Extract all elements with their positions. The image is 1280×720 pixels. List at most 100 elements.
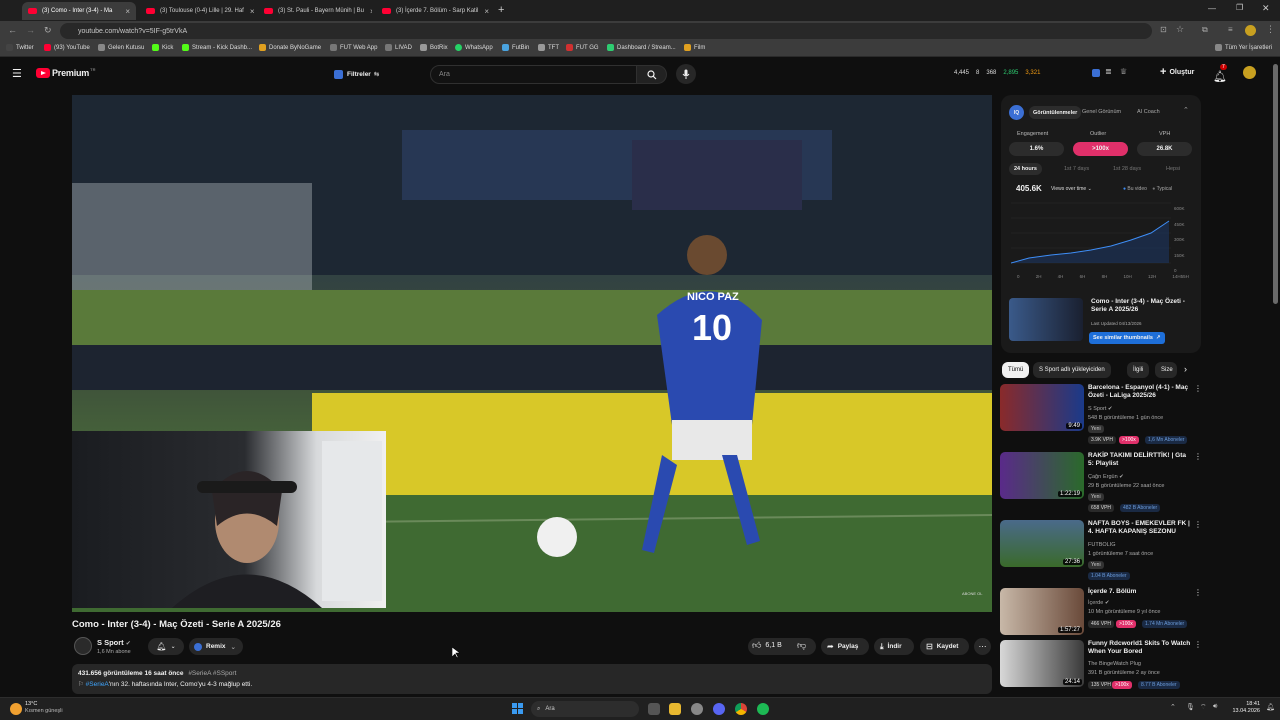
bookmark-tft[interactable]: TFT: [538, 44, 559, 51]
recommendation-channel[interactable]: Çağrı Ergün ✔: [1088, 474, 1124, 480]
bookmark-dashboard-stream[interactable]: Dashboard / Stream...: [607, 44, 676, 51]
recommendation-thumbnail[interactable]: 27:36: [1000, 520, 1084, 567]
microphone-tray-icon[interactable]: 🎙︎: [1186, 703, 1195, 711]
recommendation-thumbnail[interactable]: 1:57:27: [1000, 588, 1084, 635]
maximize-button[interactable]: ❐: [1236, 3, 1243, 12]
recommendation-item[interactable]: 1:22:19 RAKİP TAKIMI DELİRTTİK! | Gta 5:…: [1000, 452, 1202, 514]
recommendation-channel[interactable]: S Sport ✔: [1088, 406, 1112, 412]
notification-center-icon[interactable]: 🔔︎: [1266, 703, 1275, 711]
chip-related[interactable]: İlgili: [1127, 362, 1150, 378]
video-thumbnail[interactable]: [1009, 298, 1083, 341]
more-actions-button[interactable]: ⋯: [974, 638, 991, 655]
bookmark-inbox[interactable]: Gelen Kutusu: [98, 44, 144, 51]
install-icon[interactable]: ⊡: [1160, 25, 1167, 34]
volume-icon[interactable]: 🔊︎: [1213, 703, 1217, 711]
vidiq-icon[interactable]: [1092, 69, 1100, 77]
minimize-button[interactable]: —: [1208, 4, 1216, 13]
trophy-icon[interactable]: ♕: [1120, 67, 1127, 76]
file-explorer-icon[interactable]: [669, 703, 681, 715]
list-icon[interactable]: ≣: [1105, 67, 1112, 76]
bookmark-kick-dashboard[interactable]: Stream - Kick Dashb...: [182, 44, 252, 51]
close-window-button[interactable]: ✕: [1262, 3, 1270, 14]
windows-start-icon[interactable]: [512, 703, 523, 714]
hashtag-link[interactable]: #SerieA: [86, 681, 109, 688]
tab-icerde[interactable]: (3) İçerde 7. Bölüm - Sarp Katil ×: [376, 2, 490, 20]
period-28d[interactable]: 1st 28 days: [1113, 166, 1141, 172]
share-button[interactable]: ➦ Paylaş: [821, 638, 869, 655]
youtube-premium-logo[interactable]: Premium TR: [36, 67, 95, 78]
notification-bell-button[interactable]: 🔔︎ ⌄: [148, 638, 184, 655]
more-options-icon[interactable]: ⋮: [1194, 452, 1202, 461]
new-tab-button[interactable]: +: [498, 4, 504, 16]
close-tab-icon[interactable]: ×: [478, 7, 489, 16]
bookmark-all[interactable]: Tüm Yer İşaretleri: [1215, 44, 1272, 51]
bookmark-star-icon[interactable]: ☆: [1176, 24, 1184, 35]
more-options-icon[interactable]: ⋮: [1194, 640, 1202, 649]
forward-icon[interactable]: →: [26, 25, 35, 35]
discord-icon[interactable]: [713, 703, 725, 715]
bookmark-fut-gg[interactable]: FUT GG: [566, 44, 599, 51]
recommendation-item[interactable]: 27:36 NAFTA BOYS - EMEKEVLER FK | 4. HAF…: [1000, 520, 1202, 582]
tab-toulouse-lille[interactable]: (3) Toulouse (0-4) Lille | 29. Haf ×: [140, 2, 254, 20]
see-similar-thumbnails-button[interactable]: See similar thumbnails ↗: [1089, 332, 1165, 344]
weather-widget[interactable]: 13°C Kısmen güneşli: [25, 701, 63, 715]
recommendation-item[interactable]: 24:14 Funny Rdcworld1 Skits To Watch Whe…: [1000, 640, 1202, 702]
search-button[interactable]: [637, 65, 667, 84]
tray-chevron-icon[interactable]: ⌃: [1170, 703, 1176, 711]
video-player[interactable]: NICO PAZ 10 ABONE OL: [72, 95, 992, 612]
period-7d[interactable]: 1st 7 days: [1064, 166, 1089, 172]
subscribe-watermark[interactable]: ABONE OL: [962, 591, 982, 596]
chrome-icon[interactable]: [735, 703, 747, 715]
close-tab-icon[interactable]: ×: [119, 7, 130, 16]
bookmark-twitter[interactable]: Twitter: [6, 44, 34, 51]
bookmark-bynogame[interactable]: Donate ByNoGame: [259, 44, 321, 51]
taskbar-search[interactable]: ⌕ Ara: [531, 701, 639, 717]
chip-all[interactable]: Tümü: [1002, 362, 1030, 378]
search-input[interactable]: Ara: [430, 65, 637, 84]
bookmark-whatsapp[interactable]: WhatsApp: [455, 44, 493, 51]
bookmark-fut-web-app[interactable]: FUT Web App: [330, 44, 377, 51]
save-button[interactable]: ⊟ Kaydet: [920, 638, 969, 655]
spotify-icon[interactable]: [757, 703, 769, 715]
bookmark-youtube[interactable]: (93) YouTube: [44, 44, 90, 51]
description-box[interactable]: 431.656 görüntüleme 16 saat önce #SerieA…: [72, 664, 992, 694]
chevron-right-icon[interactable]: ›: [1184, 364, 1187, 374]
recommendation-thumbnail[interactable]: 24:14: [1000, 640, 1084, 687]
voice-search-button[interactable]: [676, 64, 696, 84]
channel-name[interactable]: S Sport ✔: [97, 638, 131, 647]
like-button[interactable]: 👍︎ 6,1 B: [752, 640, 782, 651]
filters-button[interactable]: Filtreler ⇆: [334, 67, 379, 81]
chip-from-uploader[interactable]: S Sport adlı yükleyiciden: [1033, 362, 1111, 378]
more-icon[interactable]: ⋮: [1266, 24, 1275, 35]
extensions-icon[interactable]: ⧉: [1202, 25, 1208, 35]
chevron-up-icon[interactable]: ⌃: [1183, 106, 1189, 114]
bookmark-film[interactable]: Film: [684, 44, 705, 51]
bookmark-livad[interactable]: LIVAD: [385, 44, 412, 51]
hashtags[interactable]: #SerieA #SSport: [188, 670, 236, 677]
close-tab-icon[interactable]: ×: [364, 7, 372, 16]
tab-views[interactable]: Görüntülenmeler: [1029, 106, 1082, 119]
hamburger-menu-icon[interactable]: ☰: [12, 67, 22, 80]
obs-icon[interactable]: [691, 703, 703, 715]
back-icon[interactable]: ←: [8, 25, 17, 35]
more-options-icon[interactable]: ⋮: [1194, 588, 1202, 597]
tab-stpauli-bayern[interactable]: (3) St. Pauli - Bayern Münih | Bu ×: [258, 2, 372, 20]
more-options-icon[interactable]: ⋮: [1194, 520, 1202, 529]
remix-button[interactable]: Remix ⌄: [189, 638, 243, 655]
tab-como-inter[interactable]: (3) Como - Inter (3-4) - Ma ×: [22, 2, 136, 20]
clock[interactable]: 18:41 13.04.2026: [1228, 701, 1260, 715]
views-over-time-dropdown[interactable]: Views over time ⌄: [1051, 186, 1092, 192]
recommendation-channel[interactable]: The BingeWatch Plug: [1088, 661, 1141, 667]
tab-overview[interactable]: Genel Görünüm: [1082, 109, 1121, 115]
create-button[interactable]: + Oluştur: [1160, 66, 1194, 78]
period-all[interactable]: Hepsi: [1166, 166, 1180, 172]
menu-icon[interactable]: ≡: [1228, 25, 1233, 34]
recommendation-thumbnail[interactable]: 1:22:19: [1000, 452, 1084, 499]
profile-avatar[interactable]: [1245, 25, 1256, 36]
dislike-button[interactable]: 👎︎: [797, 640, 806, 651]
more-options-icon[interactable]: ⋮: [1194, 384, 1202, 393]
period-24h[interactable]: 24 hours: [1009, 163, 1042, 175]
notifications-button[interactable]: 🔔︎ 7: [1213, 64, 1227, 85]
bookmark-botrix[interactable]: BotRix: [420, 44, 448, 51]
bookmark-futbin[interactable]: FutBin: [502, 44, 529, 51]
